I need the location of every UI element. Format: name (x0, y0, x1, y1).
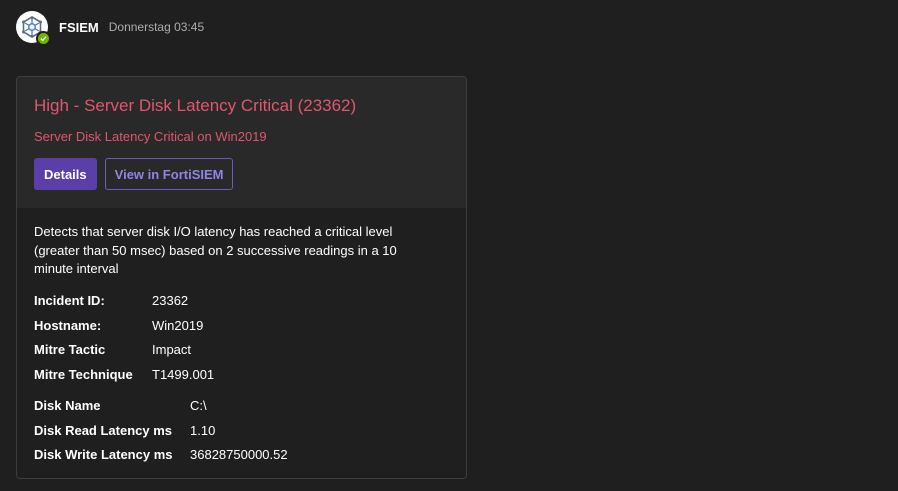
bot-avatar[interactable] (16, 11, 51, 46)
fact-row-disk-name: Disk Name C:\ (34, 394, 449, 419)
card-body: Detects that server disk I/O latency has… (17, 208, 466, 478)
fact-key: Disk Read Latency ms (34, 422, 173, 438)
fact-value: T1499.001 (152, 366, 215, 382)
fact-value: C:\ (190, 398, 207, 414)
fact-value: 36828750000.52 (190, 447, 288, 463)
fact-key: Hostname: (34, 317, 102, 333)
fact-row-incident-id: Incident ID: 23362 (34, 289, 449, 314)
card-actions: Details View in FortiSIEM (34, 158, 449, 190)
card-title: High - Server Disk Latency Critical (233… (34, 96, 357, 115)
card-subtitle: Server Disk Latency Critical on Win2019 (34, 129, 267, 144)
incident-description: Detects that server disk I/O latency has… (34, 224, 397, 276)
fact-row-mitre-tactic: Mitre Tactic Impact (34, 338, 449, 363)
fact-value: 23362 (152, 293, 189, 309)
fact-row-disk-write-latency: Disk Write Latency ms 36828750000.52 (34, 443, 449, 468)
fact-key: Disk Write Latency ms (34, 447, 173, 463)
fact-row-disk-read-latency: Disk Read Latency ms 1.10 (34, 418, 449, 443)
fact-value: Impact (152, 342, 192, 358)
fact-key: Mitre Technique (34, 366, 133, 382)
incident-facts: Incident ID: 23362 Hostname: Win2019 Mit… (34, 289, 449, 468)
fact-value: Win2019 (152, 317, 204, 333)
alert-card: High - Server Disk Latency Critical (233… (16, 76, 467, 479)
fact-value: 1.10 (190, 422, 216, 438)
fact-key: Disk Name (34, 398, 101, 414)
fact-row-mitre-technique: Mitre Technique T1499.001 (34, 362, 449, 387)
message-timestamp: Donnerstag 03:45 (108, 20, 205, 34)
facts-divider (34, 387, 449, 394)
details-button[interactable]: Details (34, 158, 97, 190)
fact-row-hostname: Hostname: Win2019 (34, 313, 449, 338)
fact-key: Incident ID: (34, 293, 105, 309)
view-in-fortisiem-button[interactable]: View in FortiSIEM (104, 158, 234, 190)
card-header: High - Server Disk Latency Critical (233… (17, 77, 466, 208)
message-header: FSIEM Donnerstag 03:45 (16, 11, 205, 46)
available-check-icon (36, 31, 51, 46)
fact-key: Mitre Tactic (34, 342, 106, 358)
sender-name[interactable]: FSIEM (59, 20, 99, 35)
